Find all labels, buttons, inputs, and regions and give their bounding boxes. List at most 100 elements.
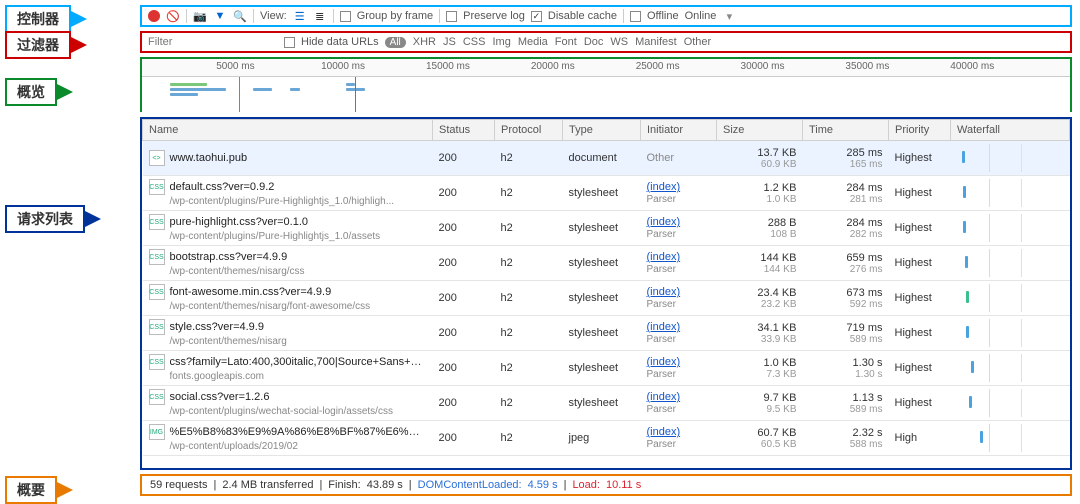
initiator-link[interactable]: (index) bbox=[647, 321, 681, 333]
type-filter-js[interactable]: JS bbox=[443, 36, 456, 48]
summary-finish: 43.89 s bbox=[367, 479, 403, 491]
cell-status: 200 bbox=[433, 176, 495, 211]
cell-waterfall bbox=[951, 386, 1070, 421]
initiator-link[interactable]: (index) bbox=[647, 251, 681, 263]
chevron-down-icon[interactable]: ▾ bbox=[722, 9, 736, 23]
cell-initiator: (index)Parser bbox=[641, 176, 717, 211]
filter-bar: Hide data URLs AllXHRJSCSSImgMediaFontDo… bbox=[140, 31, 1072, 53]
offline-checkbox[interactable] bbox=[630, 11, 641, 22]
cell-priority: Highest bbox=[889, 386, 951, 421]
cell-size: 23.4 KB23.2 KB bbox=[717, 281, 803, 316]
initiator-link[interactable]: (index) bbox=[647, 391, 681, 403]
table-row[interactable]: CSSstyle.css?ver=4.9.9/wp-content/themes… bbox=[143, 316, 1070, 351]
cell-protocol: h2 bbox=[495, 281, 563, 316]
request-name: bootstrap.css?ver=4.9.9 bbox=[170, 251, 288, 263]
cell-protocol: h2 bbox=[495, 351, 563, 386]
view-detail-icon[interactable]: ≣ bbox=[313, 9, 327, 23]
type-filter-ws[interactable]: WS bbox=[610, 36, 628, 48]
cell-initiator: (index)Parser bbox=[641, 386, 717, 421]
view-list-icon[interactable]: ☰ bbox=[293, 9, 307, 23]
cell-size: 13.7 KB60.9 KB bbox=[717, 141, 803, 176]
clear-icon[interactable]: 🚫 bbox=[166, 9, 180, 23]
group-by-frame-checkbox[interactable] bbox=[340, 11, 351, 22]
cell-protocol: h2 bbox=[495, 316, 563, 351]
cell-initiator: (index)Parser bbox=[641, 316, 717, 351]
filter-input[interactable] bbox=[148, 36, 278, 48]
table-row[interactable]: CSSsocial.css?ver=1.2.6/wp-content/plugi… bbox=[143, 386, 1070, 421]
cell-size: 34.1 KB33.9 KB bbox=[717, 316, 803, 351]
type-filter-doc[interactable]: Doc bbox=[584, 36, 604, 48]
type-filter-manifest[interactable]: Manifest bbox=[635, 36, 677, 48]
type-filter-xhr[interactable]: XHR bbox=[413, 36, 436, 48]
filter-icon[interactable]: ▼ bbox=[213, 9, 227, 23]
summary-load: 10.11 s bbox=[606, 479, 641, 491]
col-priority[interactable]: Priority bbox=[889, 120, 951, 141]
type-filters: All XHR JS CSS Img Media Font Doc WS Manifest Othe… bbox=[385, 36, 712, 48]
preserve-log-checkbox[interactable] bbox=[446, 11, 457, 22]
cell-time: 285 ms165 ms bbox=[803, 141, 889, 176]
cell-type: stylesheet bbox=[563, 351, 641, 386]
cell-protocol: h2 bbox=[495, 386, 563, 421]
hide-data-urls-checkbox[interactable] bbox=[284, 37, 295, 48]
throttle-select[interactable]: Online bbox=[685, 10, 717, 22]
camera-icon[interactable]: 📷 bbox=[193, 9, 207, 23]
table-row[interactable]: <>www.taohui.pub200h2documentOther13.7 K… bbox=[143, 141, 1070, 176]
disable-cache-checkbox[interactable]: ✓ bbox=[531, 11, 542, 22]
group-by-frame-label: Group by frame bbox=[357, 10, 433, 22]
table-header: NameStatusProtocolTypeInitiatorSizeTimeP… bbox=[143, 120, 1070, 141]
col-time[interactable]: Time bbox=[803, 120, 889, 141]
initiator-link[interactable]: (index) bbox=[647, 286, 681, 298]
request-path: /wp-content/plugins/wechat-social-login/… bbox=[170, 406, 393, 417]
cell-priority: Highest bbox=[889, 281, 951, 316]
cell-protocol: h2 bbox=[495, 246, 563, 281]
annot-filter: 过滤器 bbox=[5, 31, 87, 59]
request-name: %E5%B8%83%E9%9A%86%E8%BF%87%E6%BB%A4%E5%… bbox=[170, 426, 433, 438]
initiator-link[interactable]: (index) bbox=[647, 356, 681, 368]
annot-summary: 概要 bbox=[5, 476, 73, 504]
axis-tick: 5000 ms bbox=[216, 61, 254, 72]
col-name[interactable]: Name bbox=[143, 120, 433, 141]
table-row[interactable]: CSSdefault.css?ver=0.9.2/wp-content/plug… bbox=[143, 176, 1070, 211]
cell-time: 2.32 s588 ms bbox=[803, 421, 889, 456]
type-filter-all[interactable]: All bbox=[385, 37, 406, 48]
table-row[interactable]: CSSpure-highlight.css?ver=0.1.0/wp-conte… bbox=[143, 211, 1070, 246]
cell-status: 200 bbox=[433, 246, 495, 281]
search-icon[interactable]: 🔍 bbox=[233, 9, 247, 23]
type-filter-img[interactable]: Img bbox=[492, 36, 510, 48]
request-name: style.css?ver=4.9.9 bbox=[170, 321, 264, 333]
annot-requests: 请求列表 bbox=[5, 205, 101, 233]
cell-time: 719 ms589 ms bbox=[803, 316, 889, 351]
initiator-link[interactable]: (index) bbox=[647, 426, 681, 438]
col-type[interactable]: Type bbox=[563, 120, 641, 141]
col-protocol[interactable]: Protocol bbox=[495, 120, 563, 141]
axis-tick: 20000 ms bbox=[531, 61, 575, 72]
cell-type: stylesheet bbox=[563, 316, 641, 351]
cell-initiator: (index)Parser bbox=[641, 211, 717, 246]
request-path: /wp-content/themes/nisarg/css bbox=[170, 266, 305, 277]
table-row[interactable]: CSScss?family=Lato:400,300italic,700|Sou… bbox=[143, 351, 1070, 386]
type-filter-media[interactable]: Media bbox=[518, 36, 548, 48]
cell-time: 284 ms282 ms bbox=[803, 211, 889, 246]
table-row[interactable]: IMG%E5%B8%83%E9%9A%86%E8%BF%87%E6%BB%A4%… bbox=[143, 421, 1070, 456]
summary-dcl-label: DOMContentLoaded: bbox=[418, 479, 522, 491]
overview-panel[interactable]: 5000 ms10000 ms15000 ms20000 ms25000 ms3… bbox=[140, 57, 1072, 112]
cell-initiator: Other bbox=[641, 141, 717, 176]
table-row[interactable]: CSSbootstrap.css?ver=4.9.9/wp-content/th… bbox=[143, 246, 1070, 281]
cell-status: 200 bbox=[433, 211, 495, 246]
type-filter-font[interactable]: Font bbox=[555, 36, 577, 48]
disable-cache-label: Disable cache bbox=[548, 10, 617, 22]
initiator-link[interactable]: (index) bbox=[647, 216, 681, 228]
col-size[interactable]: Size bbox=[717, 120, 803, 141]
type-filter-other[interactable]: Other bbox=[684, 36, 712, 48]
col-waterfall[interactable]: Waterfall bbox=[951, 120, 1070, 141]
type-filter-css[interactable]: CSS bbox=[463, 36, 486, 48]
col-initiator[interactable]: Initiator bbox=[641, 120, 717, 141]
col-status[interactable]: Status bbox=[433, 120, 495, 141]
file-icon: <> bbox=[149, 150, 165, 166]
initiator-link[interactable]: (index) bbox=[647, 181, 681, 193]
cell-size: 144 KB144 KB bbox=[717, 246, 803, 281]
table-row[interactable]: CSSfont-awesome.min.css?ver=4.9.9/wp-con… bbox=[143, 281, 1070, 316]
cell-time: 1.13 s589 ms bbox=[803, 386, 889, 421]
record-icon[interactable] bbox=[148, 10, 160, 22]
cell-priority: Highest bbox=[889, 176, 951, 211]
